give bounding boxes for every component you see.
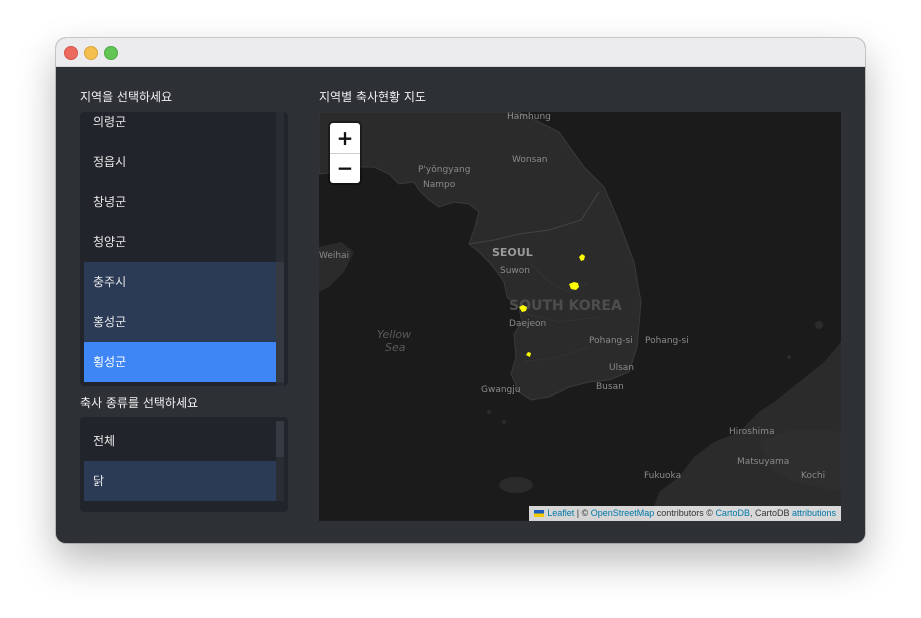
- map-attribution: Leaflet | © OpenStreetMap contributors ©…: [529, 506, 841, 521]
- map-label-matsuyama: Matsuyama: [737, 457, 789, 467]
- leaflet-map[interactable]: Hamhung Wonsan P'yŏngyang Nampo Weihai S…: [319, 112, 841, 521]
- attribution-contrib: contributors ©: [654, 508, 716, 518]
- region-option-selected[interactable]: 홍성군: [84, 302, 276, 342]
- map-label-kochi: Kochi: [801, 471, 825, 481]
- map-tiles: Hamhung Wonsan P'yŏngyang Nampo Weihai S…: [319, 112, 841, 521]
- map-label-yellow: Yellow: [377, 328, 411, 341]
- map-label-nampo: Nampo: [423, 180, 456, 190]
- island: [815, 321, 823, 329]
- map-label-pohang-si: Pohang-si: [589, 336, 633, 346]
- leaflet-link[interactable]: Leaflet: [547, 508, 574, 518]
- island: [502, 420, 506, 424]
- maximize-window-button[interactable]: [104, 46, 118, 60]
- map-label-hiroshima: Hiroshima: [729, 427, 774, 437]
- attribution-cartodb-text: , CartoDB: [749, 508, 792, 518]
- map-label-sea: Sea: [385, 341, 406, 354]
- map-label-gwangju: Gwangju: [481, 385, 520, 395]
- minimize-window-button[interactable]: [84, 46, 98, 60]
- close-window-button[interactable]: [64, 46, 78, 60]
- livestock-option[interactable]: 전체: [84, 421, 276, 461]
- region-option[interactable]: 창녕군: [84, 182, 276, 222]
- island: [487, 410, 491, 414]
- cartodb-link[interactable]: CartoDB: [715, 508, 750, 518]
- ukraine-flag-icon: [534, 510, 545, 517]
- region-option-selected[interactable]: 충주시: [84, 262, 276, 302]
- map-label-wonsan: Wonsan: [512, 155, 548, 165]
- map-label-south-korea: SOUTH KOREA: [509, 298, 622, 314]
- openstreetmap-link[interactable]: OpenStreetMap: [591, 508, 655, 518]
- region-option[interactable]: 의령군: [84, 112, 276, 142]
- livestock-scroll-thumb[interactable]: [276, 421, 284, 457]
- title-bar: [56, 38, 865, 67]
- jeju-land: [499, 477, 533, 493]
- livestock-scrollbar[interactable]: [276, 421, 284, 501]
- map-label-daejeon: Daejeon: [509, 319, 546, 329]
- livestock-option-selected[interactable]: 닭: [84, 461, 276, 501]
- map-label-weihai: Weihai: [319, 251, 349, 261]
- region-option-active[interactable]: 횡성군: [84, 342, 276, 382]
- main-content: 지역을 선택하세요 의령군 정읍시 창녕군 청양군 충주시 홍성군 횡성군 축사…: [56, 67, 865, 543]
- attribution-separator: | ©: [574, 508, 591, 518]
- map-label-pyongyang: P'yŏngyang: [418, 165, 470, 175]
- app-window: 지역을 선택하세요 의령군 정읍시 창녕군 청양군 충주시 홍성군 횡성군 축사…: [56, 38, 865, 543]
- region-scrollbar[interactable]: [276, 112, 284, 386]
- region-option[interactable]: 정읍시: [84, 142, 276, 182]
- attributions-link[interactable]: attributions: [792, 508, 836, 518]
- zoom-out-button[interactable]: −: [330, 153, 360, 183]
- map-label-seoul: SEOUL: [492, 246, 533, 259]
- map-label-busan: Busan: [596, 382, 624, 392]
- region-scroll-thumb[interactable]: [276, 262, 284, 382]
- island: [787, 355, 791, 359]
- map-label-pohang-si-2: Pohang-si: [645, 336, 689, 346]
- livestock-listbox[interactable]: 전체 닭: [80, 417, 288, 512]
- map-label-hamhung: Hamhung: [507, 112, 551, 122]
- zoom-in-button[interactable]: +: [330, 123, 360, 154]
- livestock-select-label: 축사 종류를 선택하세요: [80, 396, 199, 410]
- zoom-control: + −: [330, 123, 360, 183]
- map-title: 지역별 축사현황 지도: [319, 90, 426, 104]
- map-label-fukuoka: Fukuoka: [644, 471, 681, 481]
- region-select-label: 지역을 선택하세요: [80, 90, 173, 104]
- region-option[interactable]: 청양군: [84, 222, 276, 262]
- region-listbox[interactable]: 의령군 정읍시 창녕군 청양군 충주시 홍성군 횡성군: [80, 112, 288, 386]
- map-label-suwon: Suwon: [500, 266, 530, 276]
- map-label-ulsan: Ulsan: [609, 363, 634, 373]
